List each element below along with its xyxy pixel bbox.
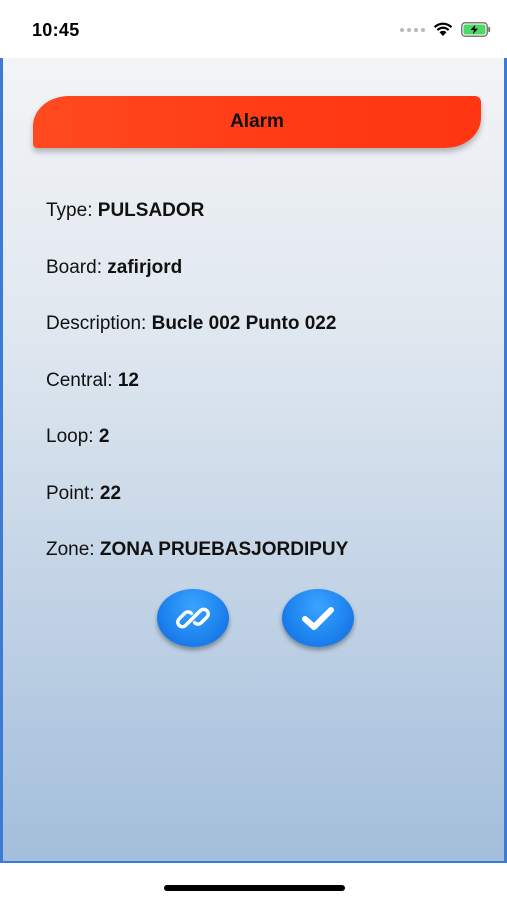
checkmark-icon: [302, 607, 334, 630]
confirm-button[interactable]: [282, 589, 354, 647]
wifi-icon: [433, 22, 453, 36]
field-loop-value: 2: [98, 426, 110, 447]
field-point: Point: 22: [46, 483, 121, 505]
field-board-label: Board:: [46, 257, 102, 278]
field-board: Board: zafirjord: [46, 257, 182, 279]
field-central-value: 12: [117, 370, 139, 391]
field-type-value: PULSADOR: [97, 200, 205, 221]
field-loop: Loop: 2: [46, 426, 109, 448]
field-central: Central: 12: [46, 370, 139, 392]
alarm-header: Alarm: [33, 96, 481, 148]
status-bar: 10:45: [0, 0, 507, 58]
field-zone: Zone: ZONA PRUEBASJORDIPUY: [46, 539, 348, 561]
alarm-screen: Alarm Type: PULSADOR Board: zafirjord De…: [0, 58, 507, 863]
status-icons: [400, 22, 491, 37]
home-indicator[interactable]: [164, 885, 345, 891]
link-icon: [176, 607, 210, 629]
field-board-value: zafirjord: [107, 257, 183, 278]
link-button[interactable]: [157, 589, 229, 647]
battery-charging-icon: [461, 22, 491, 37]
field-description-value: Bucle 002 Punto 022: [151, 313, 337, 334]
field-zone-label: Zone:: [46, 539, 95, 560]
alarm-title: Alarm: [230, 111, 284, 132]
field-type: Type: PULSADOR: [46, 200, 204, 222]
field-point-label: Point:: [46, 483, 95, 504]
field-loop-label: Loop:: [46, 426, 94, 447]
field-point-value: 22: [99, 483, 122, 504]
field-description-label: Description:: [46, 313, 147, 334]
field-type-label: Type:: [46, 200, 93, 221]
field-zone-value: ZONA PRUEBASJORDIPUY: [99, 539, 349, 560]
field-central-label: Central:: [46, 370, 113, 391]
cellular-dots-icon: [400, 27, 425, 32]
status-time: 10:45: [32, 20, 80, 40]
field-description: Description: Bucle 002 Punto 022: [46, 313, 336, 335]
